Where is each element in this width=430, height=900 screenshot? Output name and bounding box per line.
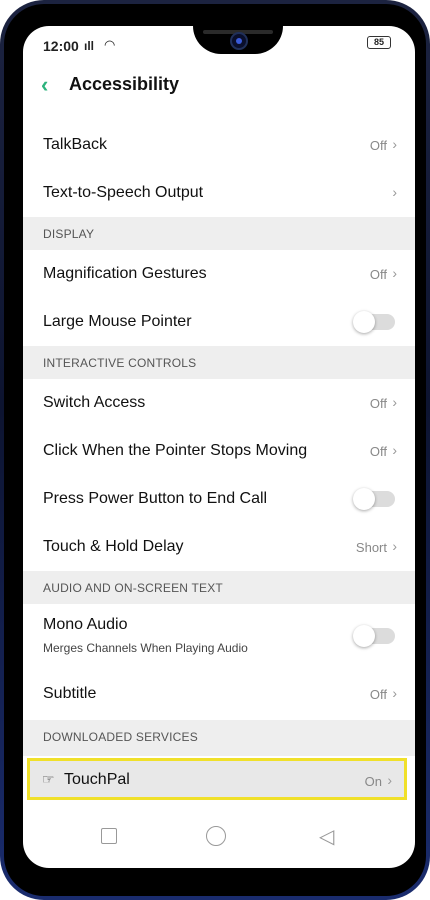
- large-mouse-pointer-item: Large Mouse Pointer: [23, 298, 415, 347]
- power-end-call-label: Press Power Button to End Call: [43, 490, 268, 507]
- chevron-right-icon: ›: [392, 136, 397, 152]
- touchpal-item[interactable]: ☞ TouchPal On ›: [27, 758, 407, 800]
- home-icon[interactable]: [206, 826, 226, 846]
- section-header-downloaded: DOWNLOADED SERVICES: [23, 720, 415, 756]
- power-end-call-item: Press Power Button to End Call: [23, 475, 415, 524]
- mono-audio-item: Mono Audio Merges Channels When Playing …: [23, 604, 415, 669]
- magnification-label: Magnification Gestures: [43, 265, 207, 282]
- talkback-status: Off: [369, 138, 387, 153]
- magnification-gestures-item[interactable]: Magnification Gestures Off ›: [23, 250, 415, 299]
- chevron-right-icon: ›: [392, 442, 397, 458]
- chevron-right-icon: ›: [392, 538, 397, 554]
- navigation-bar: ◁: [23, 818, 415, 862]
- magnification-status: Off: [369, 267, 387, 282]
- touch-hold-status: Short: [355, 540, 387, 555]
- chevron-right-icon: ›: [392, 265, 397, 281]
- screen: 12:00 ıll ◠ 85 ‹ Accessibility TalkBack …: [23, 26, 415, 868]
- chevron-right-icon: ›: [392, 685, 397, 701]
- mono-audio-toggle[interactable]: [353, 625, 395, 647]
- section-header-audio-text: AUDIO AND ON-SCREEN TEXT: [43, 581, 223, 595]
- chevron-right-icon: ›: [392, 184, 397, 200]
- touch-hold-delay-item[interactable]: Touch & Hold Delay Short ›: [23, 523, 415, 572]
- touch-hold-label: Touch & Hold Delay: [43, 538, 184, 555]
- title-bar: ‹ Accessibility: [23, 66, 415, 106]
- section-header-downloaded-text: DOWNLOADED SERVICES: [43, 730, 198, 744]
- subtitle-label: Subtitle: [43, 685, 97, 702]
- large-pointer-toggle[interactable]: [353, 311, 395, 333]
- mono-audio-subtitle: Merges Channels When Playing Audio: [43, 641, 248, 655]
- status-bar: 12:00 ıll ◠ 85: [23, 26, 415, 62]
- section-header-interactive-text: INTERACTIVE CONTROLS: [43, 356, 197, 370]
- switch-access-status: Off: [369, 396, 387, 411]
- back-icon[interactable]: ‹: [41, 72, 48, 98]
- battery-icon: 85: [367, 36, 391, 49]
- subtitle-status: Off: [369, 687, 387, 702]
- nav-back-icon[interactable]: ◁: [319, 824, 334, 849]
- power-end-call-toggle[interactable]: [353, 488, 395, 510]
- mono-audio-label: Mono Audio: [43, 616, 128, 633]
- signal-icon: ıll: [84, 39, 95, 53]
- click-pointer-status: Off: [369, 444, 387, 459]
- large-pointer-label: Large Mouse Pointer: [43, 313, 192, 330]
- phone-frame: 12:00 ıll ◠ 85 ‹ Accessibility TalkBack …: [0, 0, 430, 900]
- chevron-right-icon: ›: [387, 772, 392, 788]
- tts-output-label: Text-to-Speech Output: [43, 184, 204, 201]
- touchpal-status: On: [364, 774, 382, 789]
- section-header-interactive: INTERACTIVE CONTROLS: [23, 346, 415, 379]
- tts-output-item[interactable]: Text-to-Speech Output ›: [23, 169, 415, 218]
- wifi-icon: ◠: [104, 37, 116, 52]
- phone-bezel: 12:00 ıll ◠ 85 ‹ Accessibility TalkBack …: [4, 4, 426, 896]
- section-header-audio: AUDIO AND ON-SCREEN TEXT: [23, 571, 415, 604]
- status-time: 12:00: [43, 38, 79, 54]
- page-title: Accessibility: [69, 74, 180, 94]
- click-pointer-label: Click When the Pointer Stops Moving: [43, 442, 308, 459]
- touchpal-label: TouchPal: [64, 771, 130, 788]
- recents-icon[interactable]: [101, 828, 117, 844]
- talkback-label: TalkBack: [43, 136, 108, 153]
- switch-access-item[interactable]: Switch Access Off ›: [23, 379, 415, 428]
- subtitle-item[interactable]: Subtitle Off ›: [23, 668, 415, 721]
- chevron-right-icon: ›: [392, 394, 397, 410]
- section-header-display-text: DISPLAY: [43, 227, 95, 241]
- talkback-item[interactable]: TalkBack Off ›: [23, 121, 415, 170]
- touchpal-icon: ☞: [42, 771, 55, 787]
- section-header-display: DISPLAY: [23, 217, 415, 250]
- click-pointer-stops-item[interactable]: Click When the Pointer Stops Moving Off …: [23, 427, 415, 476]
- switch-access-label: Switch Access: [43, 394, 146, 411]
